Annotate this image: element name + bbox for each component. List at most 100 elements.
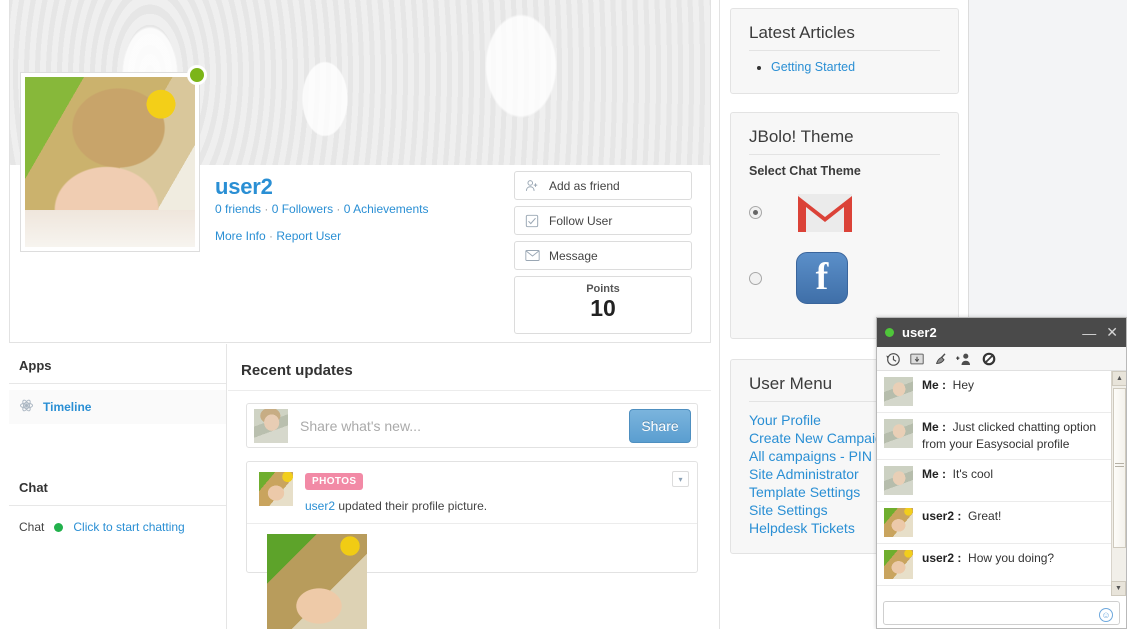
share-avatar [254, 408, 288, 443]
links-separator: · [269, 229, 274, 243]
envelope-icon [525, 249, 549, 262]
chat-message: Me : It's cool [877, 460, 1126, 502]
message-sender: Me : [922, 378, 946, 392]
jbolo-title: JBolo! Theme [749, 127, 854, 146]
points-value: 10 [590, 295, 616, 321]
followers-count-link[interactable]: 0 Followers [272, 202, 333, 216]
friends-count-link[interactable]: 0 friends [215, 202, 261, 216]
start-chatting-link[interactable]: Click to start chatting [73, 520, 184, 534]
achievements-count-link[interactable]: 0 Achievements [344, 202, 429, 216]
follow-user-label: Follow User [549, 213, 613, 228]
add-as-friend-label: Add as friend [549, 178, 620, 193]
list-item: Getting Started [771, 60, 940, 74]
profile-links: More Info · Report User [215, 229, 341, 243]
chat-message: Me : Hey [877, 371, 1126, 413]
chat-window: user2 — ✕ Me : Hey Me: Just clicked cha… [876, 317, 1127, 629]
module-jbolo-theme: JBolo! Theme Select Chat Theme [730, 112, 959, 339]
profile-avatar[interactable] [20, 65, 207, 252]
sidebar-item-timeline[interactable]: Timeline [9, 390, 226, 424]
apps-heading: Apps [19, 358, 52, 373]
points-box: Points 10 [514, 276, 692, 334]
latest-articles-title: Latest Articles [749, 23, 855, 42]
message-text: Me : It's cool [913, 466, 993, 495]
chat-titlebar[interactable]: user2 — ✕ [877, 318, 1126, 347]
article-link-getting-started[interactable]: Getting Started [771, 60, 855, 74]
chat-message-list: Me : Hey Me : Just clicked chatting opti… [877, 371, 1126, 596]
message-sender: Me : [922, 467, 946, 481]
message-body: Great! [968, 509, 1002, 523]
history-icon[interactable] [884, 350, 901, 367]
post-options-button[interactable]: ▾ [672, 471, 689, 487]
online-status-indicator [187, 65, 207, 85]
post-photo-wrap[interactable] [247, 524, 697, 629]
scrollbar-thumb[interactable] [1113, 388, 1126, 548]
message-avatar [884, 550, 913, 579]
add-friend-icon [525, 179, 549, 193]
jbolo-divider [749, 154, 940, 155]
more-info-link[interactable]: More Info [215, 229, 266, 243]
chat-minimize-button[interactable]: — [1082, 325, 1096, 341]
message-label: Message [549, 248, 598, 263]
chat-message: user2 : Great! [877, 502, 1126, 544]
chat-scrollbar[interactable]: ▲ ▼ [1111, 371, 1126, 596]
message-button[interactable]: Message [514, 241, 692, 270]
profile-stats: 0 friends · 0 Followers · 0 Achievements [215, 202, 428, 216]
share-button[interactable]: Share [629, 408, 691, 443]
chat-row-key: Chat [19, 520, 45, 534]
theme-option-gmail[interactable] [749, 190, 940, 234]
latest-articles-divider [749, 50, 940, 51]
add-as-friend-button[interactable]: Add as friend [514, 171, 692, 200]
scroll-down-arrow-icon[interactable]: ▼ [1111, 581, 1126, 596]
main-column: user2 0 friends · 0 Followers · 0 Achiev… [0, 0, 720, 629]
message-avatar [884, 377, 913, 406]
post-author-avatar[interactable] [259, 472, 293, 506]
message-body: How you doing? [968, 551, 1055, 565]
stats-separator-2: · [336, 202, 341, 216]
jbolo-subtitle: Select Chat Theme [749, 164, 861, 178]
add-user-icon[interactable] [956, 350, 973, 367]
message-sender: Me : [922, 420, 946, 434]
avatar-image [25, 77, 195, 247]
follow-user-button[interactable]: Follow User [514, 206, 692, 235]
message-sender: user2 : [922, 509, 962, 523]
clear-broom-icon[interactable] [932, 350, 949, 367]
theme-option-facebook[interactable] [749, 252, 940, 304]
message-text: Me : Just clicked chatting option from y… [913, 419, 1106, 453]
chat-close-button[interactable]: ✕ [1106, 324, 1118, 341]
share-box[interactable]: Share what's new... Share [246, 403, 698, 448]
post-text-rest: updated their profile picture. [335, 499, 488, 513]
chat-window-title: user2 [902, 325, 937, 340]
message-body: It's cool [952, 467, 993, 481]
post-photo [267, 534, 367, 629]
smiley-icon[interactable]: ☺ [1099, 608, 1113, 622]
chat-online-dot-icon [54, 522, 64, 532]
message-text: user2 : Great! [913, 508, 1001, 537]
message-sender: user2 : [922, 551, 962, 565]
message-text: user2 : How you doing? [913, 550, 1054, 579]
theme-radio-facebook[interactable] [749, 271, 762, 285]
post-type-badge: PHOTOS [305, 473, 364, 490]
apps-spacer [9, 424, 226, 466]
checkbox-icon [525, 214, 549, 228]
share-input[interactable]: Share what's new... [288, 418, 629, 434]
post-body: PHOTOS user2 updated their profile pictu… [293, 472, 487, 513]
chat-status-row[interactable]: Chat Click to start chatting [9, 512, 226, 542]
chat-input[interactable]: ☺ [883, 601, 1120, 625]
apps-divider [9, 383, 226, 384]
popout-window-icon[interactable] [908, 350, 925, 367]
report-user-link[interactable]: Report User [276, 229, 341, 243]
message-avatar [884, 508, 913, 537]
stats-separator-1: · [264, 202, 269, 216]
profile-action-buttons: Add as friend Follow User Message Points… [514, 171, 692, 334]
scroll-up-arrow-icon[interactable]: ▲ [1112, 371, 1126, 386]
chat-online-status-icon [885, 328, 894, 337]
chat-heading: Chat [19, 480, 48, 495]
chat-divider [9, 505, 226, 506]
block-user-icon[interactable] [980, 350, 997, 367]
chevron-down-icon: ▾ [678, 474, 683, 484]
theme-radio-gmail[interactable] [749, 205, 762, 219]
gmail-icon [796, 190, 854, 234]
profile-username: user2 [215, 174, 273, 199]
atom-icon [19, 398, 34, 416]
post-author-link[interactable]: user2 [305, 499, 335, 513]
